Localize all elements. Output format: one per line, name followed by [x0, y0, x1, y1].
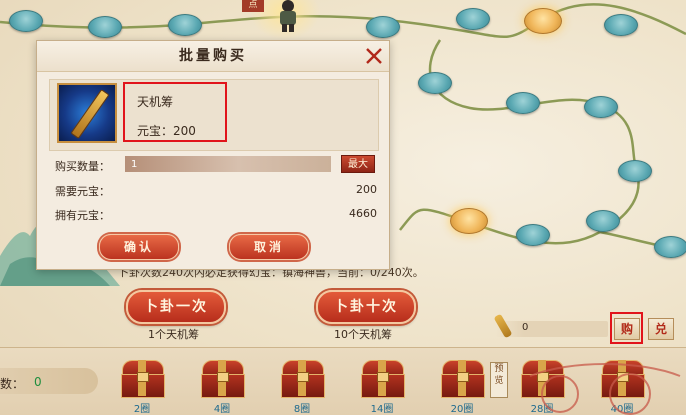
map-node	[586, 210, 620, 232]
chest-lap-label: 2圈	[133, 404, 151, 415]
reward-chest[interactable]	[118, 358, 166, 398]
dialog-title: 批量购买	[37, 41, 389, 72]
cancel-button[interactable]: 取消	[229, 234, 309, 260]
divine-once-cost: 1个天机筹	[148, 328, 199, 341]
map-node	[9, 10, 43, 32]
item-price: 元宝：200	[137, 124, 196, 138]
chest-lap-label: 8圈	[293, 404, 311, 415]
map-node	[366, 16, 400, 38]
divine-ten-button[interactable]: 卜卦十次	[316, 290, 416, 324]
item-name: 天机筹	[137, 95, 174, 109]
close-icon[interactable]	[363, 45, 385, 67]
chest-lap-label: 14圈	[370, 404, 394, 415]
bulk-buy-dialog: 批量购买 天机筹 元宝：200 购买数量： 最大 需要元宝： 200 拥有元宝：…	[36, 40, 390, 270]
lap-count-value: 0	[34, 375, 42, 389]
divine-once-button[interactable]: 卜卦一次	[126, 290, 226, 324]
map-node	[516, 224, 550, 246]
chest-lap-label: 4圈	[213, 404, 231, 415]
reward-chest[interactable]	[358, 358, 406, 398]
balance-label: 拥有元宝：	[55, 209, 110, 222]
lap-count-label: 数：	[0, 377, 25, 391]
map-node-treasure	[450, 208, 488, 234]
exchange-button[interactable]: 兑	[648, 318, 674, 340]
buy-button-highlight	[610, 312, 643, 344]
map-node	[654, 236, 686, 258]
confirm-button[interactable]: 确认	[99, 234, 179, 260]
map-node-treasure	[524, 8, 562, 34]
divine-ten-cost: 10个天机筹	[334, 328, 392, 341]
map-node	[456, 8, 490, 30]
reward-chest[interactable]	[438, 358, 486, 398]
map-node	[506, 92, 540, 114]
max-button[interactable]: 最大	[341, 155, 375, 173]
token-count: 0	[522, 322, 529, 333]
cost-value: 200	[356, 183, 377, 196]
quantity-label: 购买数量：	[55, 160, 110, 173]
token-slot	[496, 321, 608, 337]
tianji-token-icon	[57, 83, 117, 143]
map-node	[418, 72, 452, 94]
preview-tag[interactable]: 预览	[490, 362, 508, 398]
map-node	[584, 96, 618, 118]
quantity-input[interactable]	[125, 156, 331, 172]
map-node	[618, 160, 652, 182]
watermark-logo	[529, 363, 681, 415]
balance-value: 4660	[349, 207, 377, 220]
map-node	[168, 14, 202, 36]
chest-lap-label: 20圈	[450, 404, 474, 415]
cost-label: 需要元宝：	[55, 185, 110, 198]
map-node	[604, 14, 638, 36]
reward-chest[interactable]	[278, 358, 326, 398]
player-character	[280, 0, 296, 32]
reward-chest[interactable]	[198, 358, 246, 398]
map-sign: 点	[242, 0, 264, 12]
map-node	[88, 16, 122, 38]
